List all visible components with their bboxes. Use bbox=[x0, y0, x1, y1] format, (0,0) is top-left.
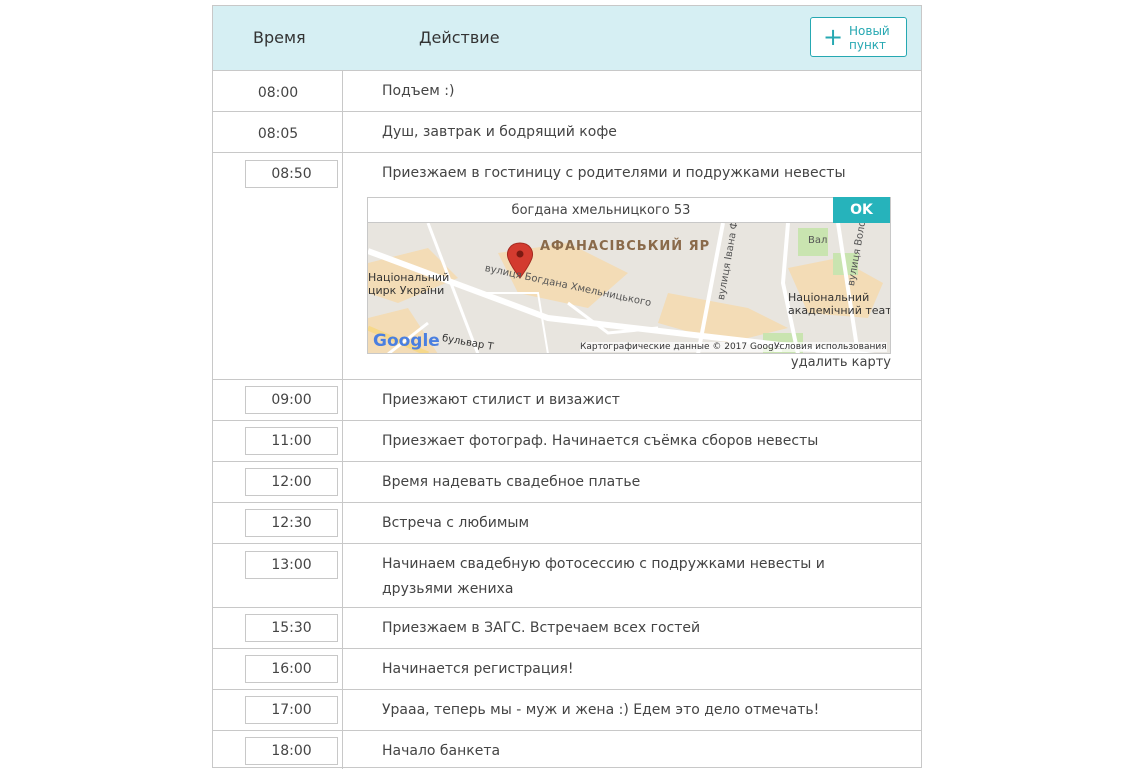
time-cell: 12:00 bbox=[213, 462, 343, 502]
table-header: Время Действие + Новый пункт bbox=[213, 6, 921, 71]
time-cell: 11:00 bbox=[213, 421, 343, 461]
table-row: 11:00 Приезжает фотограф. Начинается съё… bbox=[213, 421, 921, 462]
action-text[interactable]: Приезжаем в ЗАГС. Встречаем всех гостей bbox=[382, 616, 872, 641]
table-row: 16:00 Начинается регистрация! bbox=[213, 649, 921, 690]
map-street-val-label: Вал bbox=[808, 235, 828, 246]
time-cell: 18:00 bbox=[213, 731, 343, 769]
time-input[interactable]: 15:30 bbox=[245, 614, 338, 642]
map-theatre-label-2: академічний театр bbox=[788, 304, 891, 317]
time-input[interactable]: 17:00 bbox=[245, 696, 338, 724]
address-field[interactable]: богдана хмельницкого 53 OK bbox=[367, 197, 891, 223]
time-cell: 08:50 bbox=[213, 153, 343, 379]
action-text[interactable]: Приезжают стилист и визажист bbox=[382, 388, 872, 413]
time-cell: 15:30 bbox=[213, 608, 343, 648]
table-row: 13:00 Начинаем свадебную фотосессию с по… bbox=[213, 544, 921, 608]
time-input[interactable]: 12:30 bbox=[245, 509, 338, 537]
time-input[interactable]: 12:00 bbox=[245, 468, 338, 496]
table-row: 08:05 Душ, завтрак и бодрящий кофе bbox=[213, 112, 921, 153]
google-logo: Google bbox=[373, 331, 440, 351]
action-text[interactable]: Приезжаем в гостиницу с родителями и под… bbox=[382, 161, 872, 186]
remove-map-link[interactable]: удалить карту bbox=[791, 355, 891, 370]
map-circus-label-2: цирк України bbox=[368, 284, 445, 297]
action-text[interactable]: Начинается регистрация! bbox=[382, 657, 872, 682]
map-theatre-label-1: Національний bbox=[788, 291, 870, 304]
time-input[interactable]: 18:00 bbox=[245, 737, 338, 765]
time-cell: 13:00 bbox=[213, 544, 343, 607]
schedule-table: Время Действие + Новый пункт 08:00 Подъе… bbox=[212, 5, 922, 769]
plus-icon: + bbox=[823, 23, 844, 51]
time-cell: 08:05 bbox=[213, 112, 343, 152]
new-item-button[interactable]: + Новый пункт bbox=[810, 17, 907, 57]
action-text[interactable]: Подъем :) bbox=[382, 79, 872, 104]
table-row: 18:00 Начало банкета bbox=[213, 731, 921, 769]
table-row: 17:00 Ураaa, теперь мы - муж и жена :) Е… bbox=[213, 690, 921, 731]
action-text[interactable]: Приезжает фотограф. Начинается съёмка сб… bbox=[382, 429, 872, 454]
action-text[interactable]: Душ, завтрак и бодрящий кофе bbox=[382, 120, 872, 145]
new-item-label-line2: пункт bbox=[849, 38, 887, 52]
column-header-time: Время bbox=[253, 28, 306, 47]
table-row: 15:30 Приезжаем в ЗАГС. Встречаем всех г… bbox=[213, 608, 921, 649]
time-input[interactable]: 08:50 bbox=[245, 160, 338, 188]
time-cell: 08:00 bbox=[213, 71, 343, 111]
action-text[interactable]: Встреча с любимым bbox=[382, 511, 872, 536]
address-value: богдана хмельницкого 53 bbox=[511, 203, 691, 218]
map-circus-label-1: Національний bbox=[368, 271, 450, 284]
time-cell: 16:00 bbox=[213, 649, 343, 689]
time-cell: 17:00 bbox=[213, 690, 343, 730]
map-terms-link[interactable]: Условия использования bbox=[774, 342, 887, 352]
map-block: богдана хмельницкого 53 OK АФАНАСІВСЬКИЙ… bbox=[367, 197, 891, 370]
table-row: 12:30 Встреча с любимым bbox=[213, 503, 921, 544]
time-cell: 12:30 bbox=[213, 503, 343, 543]
time-input[interactable]: 11:00 bbox=[245, 427, 338, 455]
new-item-label-line1: Новый bbox=[849, 24, 890, 38]
action-text[interactable]: Время надевать свадебное платье bbox=[382, 470, 872, 495]
column-header-action: Действие bbox=[419, 28, 500, 47]
action-text[interactable]: Начало банкета bbox=[382, 739, 872, 764]
map-copyright: Картографические данные © 2017 Google bbox=[580, 342, 782, 352]
table-row: 08:50 Приезжаем в гостиницу с родителями… bbox=[213, 153, 921, 380]
table-row: 09:00 Приезжают стилист и визажист bbox=[213, 380, 921, 421]
time-input[interactable]: 16:00 bbox=[245, 655, 338, 683]
table-row: 12:00 Время надевать свадебное платье bbox=[213, 462, 921, 503]
action-text[interactable]: Ураaa, теперь мы - муж и жена :) Едем эт… bbox=[382, 698, 872, 723]
map-view[interactable]: АФАНАСІВСЬКИЙ ЯР вулиця Богдана Хмельниц… bbox=[367, 223, 891, 354]
time-value: 08:00 bbox=[257, 85, 299, 101]
time-value: 08:05 bbox=[257, 126, 299, 142]
action-text[interactable]: Начинаем свадебную фотосессию с подружка… bbox=[382, 552, 862, 602]
map-district-label: АФАНАСІВСЬКИЙ ЯР bbox=[540, 239, 711, 254]
time-input[interactable]: 09:00 bbox=[245, 386, 338, 414]
time-input[interactable]: 13:00 bbox=[245, 551, 338, 579]
ok-button[interactable]: OK bbox=[833, 197, 890, 223]
time-cell: 09:00 bbox=[213, 380, 343, 420]
table-row: 08:00 Подъем :) bbox=[213, 71, 921, 112]
